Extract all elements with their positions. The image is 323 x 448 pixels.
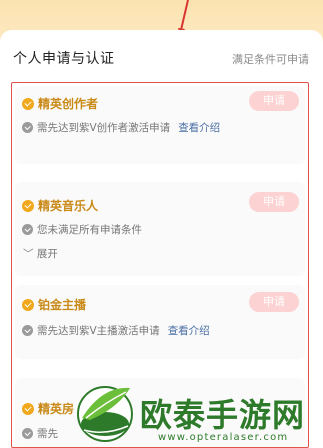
section-title: 个人申请与认证 bbox=[13, 51, 115, 67]
watermark: 欧泰手游网 www.opteralaser.com bbox=[72, 376, 323, 448]
watermark-url: www.opteralaser.com bbox=[158, 432, 289, 443]
leaf-logo-icon bbox=[77, 386, 133, 442]
watermark-brand: 欧泰手游网 bbox=[140, 396, 306, 434]
section-hint: 满足条件可申请 bbox=[232, 53, 309, 66]
